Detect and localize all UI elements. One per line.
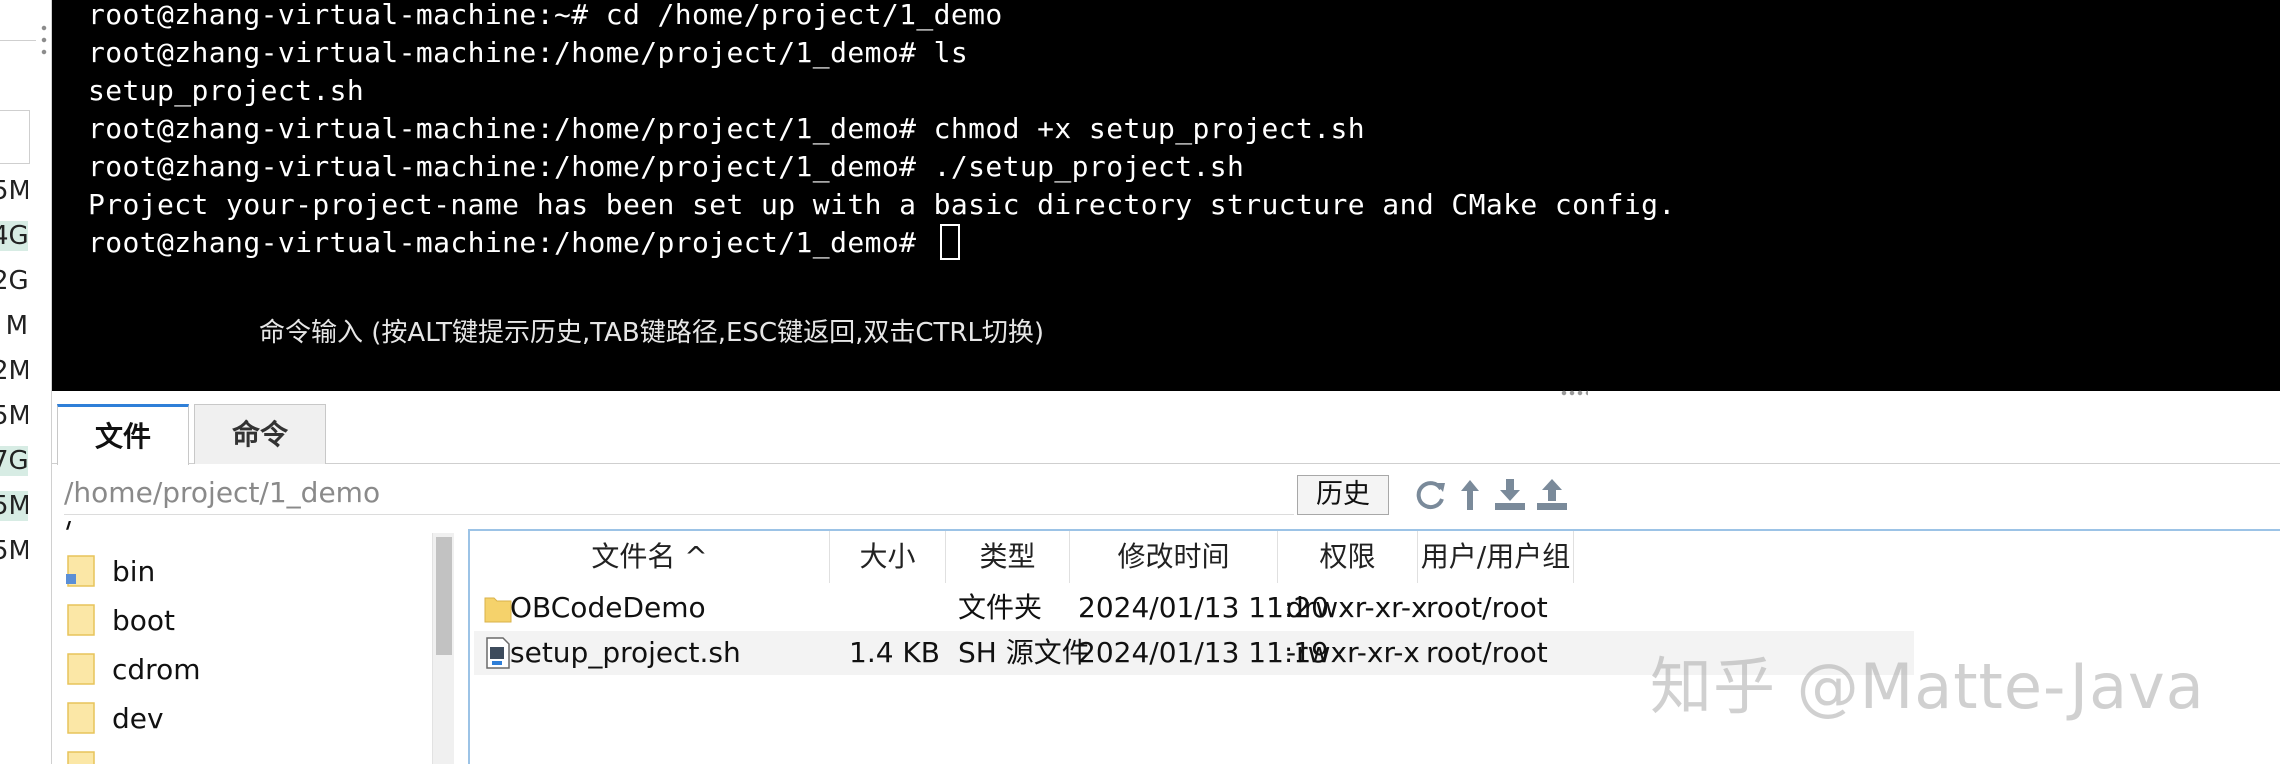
size-value: 5M <box>0 491 28 521</box>
terminal-line: root@zhang-virtual-machine:/home/project… <box>88 112 1366 145</box>
command-input-hint[interactable]: 命令输入 (按ALT键提示历史,TAB键路径,ESC键返回,双击CTRL切换) <box>259 312 1044 349</box>
size-value: 2G <box>0 266 28 296</box>
tab-files[interactable]: 文件 <box>57 404 189 465</box>
tree-label: / <box>66 521 75 534</box>
column-header-modified[interactable]: 修改时间 <box>1070 531 1278 583</box>
column-header-name[interactable]: 文件名 ^ <box>470 531 830 583</box>
strip-divider <box>0 40 36 41</box>
size-value: 5M <box>0 401 28 431</box>
folder-icon <box>67 653 95 685</box>
folder-icon <box>67 751 95 764</box>
column-header-size[interactable]: 大小 <box>830 531 946 583</box>
file-name: OBCodeDemo <box>510 591 706 624</box>
file-size: 1.4 KB <box>849 636 940 669</box>
shell-file-icon <box>486 637 510 669</box>
tree-item-partial[interactable] <box>66 745 446 764</box>
terminal-prompt-line[interactable]: root@zhang-virtual-machine:/home/project… <box>88 224 960 262</box>
strip-input-box[interactable] <box>0 110 30 164</box>
column-header-type[interactable]: 类型 <box>946 531 1070 583</box>
tree-root[interactable]: / <box>66 521 446 539</box>
file-type: 文件夹 <box>958 591 1043 624</box>
terminal-prompt: root@zhang-virtual-machine:/home/project… <box>88 226 934 259</box>
tree-label: dev <box>112 701 164 735</box>
size-value: 4G <box>0 221 28 251</box>
up-arrow-icon[interactable] <box>1452 477 1488 513</box>
upload-icon[interactable] <box>1534 477 1570 513</box>
left-panel-strip: 5M 4G 2G M 2M 5M 7G 5M 5M <box>0 0 52 764</box>
terminal-pane[interactable]: root@zhang-virtual-machine:~# cd /home/p… <box>52 0 2280 391</box>
tab-bar: 文件 命令 <box>52 396 2280 465</box>
file-type: SH 源文件 <box>958 636 1090 669</box>
folder-icon <box>66 555 95 587</box>
terminal-cursor <box>939 224 960 260</box>
history-button[interactable]: 历史 <box>1297 475 1389 515</box>
column-header-permissions[interactable]: 权限 <box>1278 531 1418 583</box>
folder-icon <box>484 597 512 623</box>
path-toolbar: 历史 <box>52 465 2280 521</box>
watermark: 知乎 @Matte-Java <box>1650 650 2205 723</box>
tree-item-cdrom[interactable]: cdrom <box>66 647 446 691</box>
tree-scrollbar[interactable] <box>432 533 454 764</box>
splitter-handle[interactable] <box>41 22 47 58</box>
size-value: 2M <box>0 356 28 386</box>
directory-tree[interactable]: / bin boot cdrom dev <box>52 521 468 764</box>
file-owner: root/root <box>1426 591 1548 624</box>
file-size <box>834 586 940 630</box>
tree-label: cdrom <box>112 652 201 686</box>
terminal-line: setup_project.sh <box>88 74 365 107</box>
refresh-icon[interactable] <box>1412 477 1448 513</box>
path-input[interactable] <box>64 471 1294 515</box>
tree-label: boot <box>112 603 176 637</box>
tree-item-dev[interactable]: dev <box>66 696 446 740</box>
size-value: 7G <box>0 446 28 476</box>
table-row[interactable]: OBCodeDemo 文件夹 2024/01/13 11:20 drwxr-xr… <box>474 586 1914 630</box>
folder-icon <box>67 604 95 636</box>
tree-scroll-thumb[interactable] <box>436 537 452 655</box>
size-value: 5M <box>0 536 28 566</box>
download-icon[interactable] <box>1492 477 1528 513</box>
terminal-line: Project your-project-name has been set u… <box>88 188 1676 221</box>
file-permissions: drwxr-xr-x <box>1286 591 1428 624</box>
terminal-line: root@zhang-virtual-machine:~# cd /home/p… <box>88 0 1003 31</box>
file-permissions: -rwxr-xr-x <box>1286 636 1420 669</box>
size-value: 5M <box>0 176 28 206</box>
terminal-line: root@zhang-virtual-machine:/home/project… <box>88 36 969 69</box>
size-value: M <box>5 311 28 341</box>
tab-commands[interactable]: 命令 <box>194 404 326 464</box>
column-header-owner[interactable]: 用户/用户组 <box>1418 531 1574 583</box>
file-name: setup_project.sh <box>510 636 741 669</box>
terminal-line: root@zhang-virtual-machine:/home/project… <box>88 150 1245 183</box>
tree-item-bin[interactable]: bin <box>66 549 446 593</box>
file-owner: root/root <box>1426 636 1548 669</box>
folder-icon <box>67 702 95 734</box>
tree-item-boot[interactable]: boot <box>66 598 446 642</box>
tree-label: bin <box>112 554 156 588</box>
